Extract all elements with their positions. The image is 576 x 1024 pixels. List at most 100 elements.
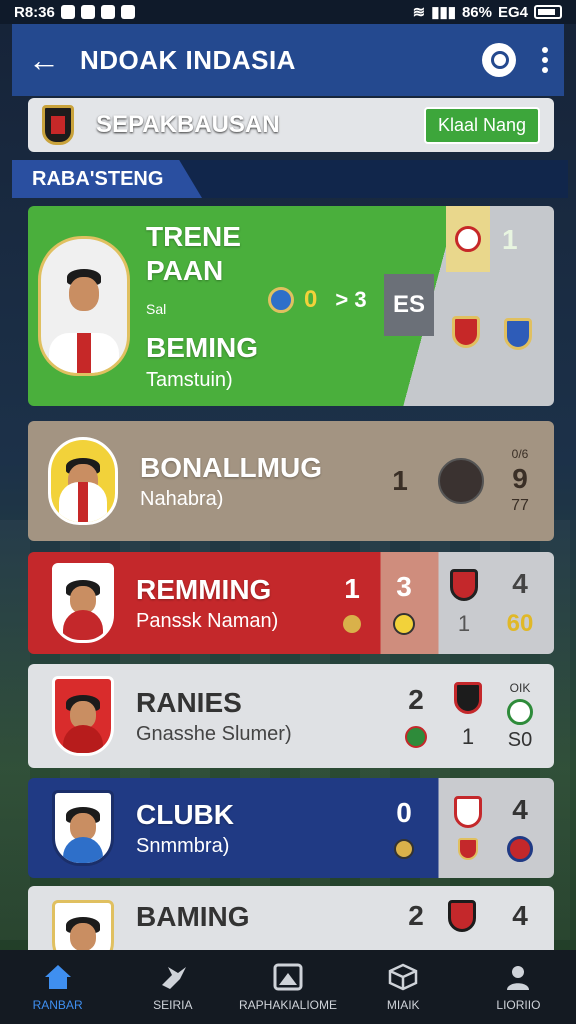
player-name: TRENE PAAN — [146, 221, 241, 286]
bird-icon — [157, 962, 189, 992]
list-item[interactable]: REMMING Panssk Naman) 1 3 1 4 60 — [28, 552, 554, 654]
home-icon — [42, 962, 74, 992]
player-avatar — [52, 790, 114, 866]
club-badge-icon — [454, 682, 482, 714]
club-badge-icon — [452, 316, 480, 348]
player-subtitle: Gnasshe Slumer) — [136, 723, 292, 746]
nav-item-home[interactable]: RANBAR — [0, 950, 115, 1024]
league-header: SEPAKBAUSAN Klaal Nang — [28, 98, 554, 152]
stat-value: 1 — [457, 611, 471, 636]
list-item[interactable]: RANIES Gnasshe Slumer) 2 1 OIK S0 — [28, 664, 554, 768]
nav-label: SEIRIA — [153, 998, 193, 1012]
club-badge-icon — [458, 838, 478, 860]
section-header: RABA'STENG — [12, 160, 568, 198]
list-item[interactable]: BONALLMUG Nahabra) 1 0/6 9 77 — [28, 421, 554, 541]
player-avatar — [52, 563, 114, 643]
rank-number: 1 — [502, 224, 518, 255]
player-subtitle: Panssk Naman) — [136, 610, 279, 633]
notification-icon — [100, 5, 115, 19]
player-avatar — [52, 676, 114, 756]
nav-item-seiria[interactable]: SEIRIA — [115, 950, 230, 1024]
signal-icon: ▮▮▮ — [431, 4, 456, 21]
score-home: 0 — [396, 797, 412, 828]
score-away: 3 — [396, 571, 412, 602]
ball-icon — [394, 839, 414, 859]
wifi-icon: ≋ — [412, 4, 426, 21]
club-badge-icon — [450, 569, 478, 601]
box-icon — [387, 962, 419, 992]
search-icon[interactable] — [482, 43, 516, 77]
club-badge-icon — [504, 318, 532, 350]
league-crest-icon — [42, 105, 74, 145]
battery-icon — [534, 5, 562, 19]
signal-label: EG4 — [497, 3, 528, 21]
opponent-avatar — [438, 458, 484, 504]
follow-button[interactable]: Klaal Nang — [423, 106, 540, 144]
ball-icon — [405, 726, 427, 748]
player-subtitle: Nahabra) — [140, 488, 224, 511]
section-title[interactable]: RABA'STENG — [12, 160, 202, 198]
nav-label: RANBAR — [32, 998, 83, 1012]
nav-item-raphakialiome[interactable]: RAPHAKIALIOME — [230, 950, 345, 1024]
stat-value: 1 — [461, 724, 475, 749]
nav-label: LIORIIO — [496, 998, 541, 1012]
player-name: RANIES — [136, 686, 242, 718]
team-badge-icon — [268, 287, 294, 313]
notification-icon — [80, 5, 95, 19]
stat-value: 4 — [512, 568, 528, 599]
notification-icon — [120, 5, 135, 19]
player-avatar — [48, 437, 118, 525]
ball-icon — [393, 613, 415, 635]
player-tag: Sal — [146, 301, 167, 318]
stat-label: 0/6 — [511, 447, 529, 461]
league-title: SEPAKBAUSAN — [96, 111, 280, 138]
stat-label: OIK — [509, 680, 531, 695]
match-tag: ES — [384, 274, 434, 336]
nav-label: RAPHAKIALIOME — [238, 998, 338, 1012]
stat-value: 60 — [506, 610, 534, 637]
club-badge-icon — [454, 796, 482, 828]
score-home: 2 — [408, 684, 424, 715]
stat-value: 9 — [512, 463, 528, 494]
image-icon — [272, 962, 304, 992]
stat-value: 4 — [512, 794, 528, 825]
club-badge-icon — [448, 900, 476, 932]
nav-item-miaik[interactable]: MIAIK — [346, 950, 461, 1024]
player-name: CLUBK — [136, 798, 234, 830]
battery-percent: 86% — [461, 3, 492, 21]
back-arrow-icon[interactable]: ← — [28, 42, 68, 79]
more-vertical-icon[interactable] — [542, 47, 548, 73]
profile-icon — [502, 962, 534, 992]
score-home: 0 — [304, 286, 318, 313]
stat-value: S0 — [507, 728, 533, 751]
club-badge-icon — [507, 698, 533, 725]
nav-label: MIAIK — [386, 998, 420, 1012]
stat-label: 77 — [511, 497, 529, 514]
notification-icon — [60, 5, 75, 19]
list-item[interactable]: CLUBK Snmmbra) 0 4 — [28, 778, 554, 878]
ball-icon — [343, 615, 361, 633]
bottom-nav: RANBAR SEIRIA RAPHAKIALIOME MIAIK LIORII… — [0, 950, 576, 1024]
player-subtitle: Tamstuin) — [146, 368, 233, 391]
status-bar: R8:36 ≋ ▮▮▮ 86% EG4 — [0, 0, 576, 24]
score-home: 1 — [344, 573, 360, 604]
player-name-secondary: BEMING — [146, 332, 258, 364]
player-name: REMMING — [136, 573, 272, 605]
player-name: BAMING — [136, 901, 250, 932]
player-avatar — [52, 900, 114, 950]
player-subtitle: Snmmbra) — [136, 835, 230, 858]
nav-item-profile[interactable]: LIORIIO — [461, 950, 576, 1024]
player-name: BONALLMUG — [140, 451, 322, 483]
clock: R8:36 — [14, 3, 55, 21]
club-badge-icon — [507, 836, 533, 862]
app-bar: ← NDOAK INDASIA — [12, 24, 564, 96]
list-item[interactable]: TRENE PAAN Sal BEMING Tamstuin) 0 > 3 ES… — [28, 206, 554, 406]
score-away: > 3 — [335, 287, 367, 312]
page-title: NDOAK INDASIA — [80, 44, 296, 75]
stat-value: 4 — [512, 900, 528, 931]
rank-number: 1 — [392, 465, 408, 496]
club-badge-icon — [455, 226, 481, 252]
score-home: 2 — [408, 900, 424, 931]
list-item[interactable]: BAMING 2 4 — [28, 886, 554, 950]
player-avatar — [38, 236, 130, 376]
